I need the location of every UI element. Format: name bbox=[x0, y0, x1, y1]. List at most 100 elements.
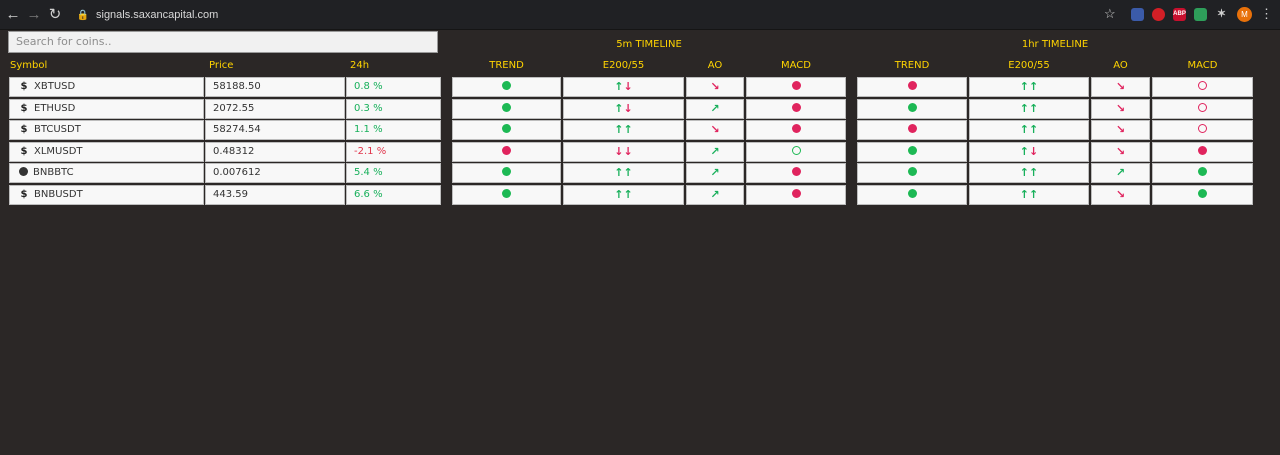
col-1h-trend-header: TREND bbox=[894, 60, 930, 71]
h1-trend-cell bbox=[857, 184, 967, 205]
col-5m-trend-header: TREND bbox=[489, 60, 524, 71]
row-change-cell: 1.1 % bbox=[346, 120, 441, 140]
h1-ema-cell: ↑↓ bbox=[969, 141, 1089, 162]
dollar-icon: $ bbox=[20, 124, 28, 135]
macd-ring-red-icon bbox=[1198, 124, 1207, 133]
m5-trend-cell bbox=[452, 141, 561, 162]
macd-green-icon bbox=[1198, 188, 1207, 198]
arrow-down-right-icon: ↘ bbox=[710, 80, 720, 93]
row-symbol-cell[interactable]: $ XBTUSD bbox=[9, 77, 204, 97]
h1-macd-cell bbox=[1152, 163, 1253, 183]
arrow-up-icon: ↑ bbox=[1029, 166, 1039, 179]
extensions-puzzle-icon[interactable]: ✶ bbox=[1215, 8, 1228, 21]
symbol-text: BNBBTC bbox=[33, 167, 74, 178]
trend-up-icon bbox=[907, 188, 917, 198]
address-bar[interactable]: 🔒 signals.saxancapital.com bbox=[70, 3, 1130, 27]
arrow-down-icon: ↓ bbox=[1029, 144, 1039, 158]
m5-ema-cell: ↑↓ bbox=[563, 77, 684, 97]
arrow-up-icon: ↑ bbox=[623, 166, 633, 179]
col-1h-ao-header: AO bbox=[1113, 60, 1128, 71]
extension-abp-icon[interactable]: ABP bbox=[1173, 8, 1186, 21]
macd-ring-green-icon bbox=[791, 145, 801, 155]
m5-trend-cell bbox=[452, 184, 561, 205]
change-text: 0.3 % bbox=[354, 102, 383, 114]
h1-ema-cell: ↑↑ bbox=[969, 77, 1089, 97]
row-symbol-cell[interactable]: $ XLMUSDT bbox=[9, 141, 204, 162]
trend-up-icon bbox=[502, 102, 511, 112]
col-1h-ema-header: E200/55 bbox=[1008, 60, 1050, 71]
extension-flag-icon[interactable] bbox=[1131, 8, 1144, 21]
arrow-up-icon: ↑ bbox=[614, 123, 624, 136]
m5-ao-cell: ↗ bbox=[686, 163, 744, 183]
col-24h-header[interactable]: 24h bbox=[350, 60, 369, 71]
row-price-cell: 58274.54 bbox=[205, 120, 345, 140]
m5-macd-cell bbox=[746, 163, 846, 183]
h1-trend-cell bbox=[857, 98, 967, 119]
row-price-cell: 0.48312 bbox=[205, 141, 345, 162]
h1-ema-cell: ↑↑ bbox=[969, 98, 1089, 119]
lock-icon: 🔒 bbox=[76, 10, 90, 21]
row-price-cell: 58188.50 bbox=[205, 77, 345, 97]
m5-ema-cell: ↑↑ bbox=[563, 120, 684, 140]
row-symbol-cell[interactable]: BNBBTC bbox=[9, 163, 204, 183]
h1-ao-cell: ↘ bbox=[1091, 141, 1150, 162]
row-symbol-cell[interactable]: $ ETHUSD bbox=[9, 98, 204, 119]
col-5m-macd-header: MACD bbox=[781, 60, 811, 71]
h1-trend-cell bbox=[857, 163, 967, 183]
extension-hand-icon[interactable] bbox=[1152, 8, 1165, 21]
m5-ema-cell: ↑↑ bbox=[563, 184, 684, 205]
trend-up-icon bbox=[502, 81, 511, 90]
m5-macd-cell bbox=[746, 120, 846, 140]
arrow-up-icon: ↑ bbox=[614, 187, 624, 201]
m5-ao-cell: ↗ bbox=[686, 98, 744, 119]
symbol-text: BNBUSDT bbox=[34, 188, 83, 200]
col-5m-ema-header: E200/55 bbox=[602, 60, 645, 71]
h1-trend-cell bbox=[857, 77, 967, 97]
h1-macd-cell bbox=[1152, 98, 1253, 119]
symbol-text: XLMUSDT bbox=[34, 145, 83, 157]
arrow-down-right-icon: ↘ bbox=[1115, 144, 1126, 158]
trend-down-icon bbox=[502, 145, 511, 155]
col-5m-ao-header: AO bbox=[707, 60, 723, 71]
timeline-1hr-header: 1hr TIMELINE bbox=[1021, 39, 1089, 50]
col-symbol-header[interactable]: Symbol bbox=[10, 60, 47, 71]
arrow-up-right-icon: ↗ bbox=[710, 101, 720, 115]
trend-up-icon bbox=[907, 145, 917, 155]
arrow-up-icon: ↑ bbox=[1029, 101, 1039, 115]
row-change-cell: 0.3 % bbox=[346, 98, 441, 119]
bookmark-star-icon[interactable]: ☆ bbox=[1104, 6, 1116, 22]
menu-kebab-icon[interactable]: ⋮ bbox=[1260, 6, 1273, 22]
price-text: 0.48312 bbox=[213, 145, 255, 157]
price-text: 58274.54 bbox=[213, 124, 261, 135]
arrow-up-icon: ↑ bbox=[1019, 144, 1029, 158]
row-symbol-cell[interactable]: $ BNBUSDT bbox=[9, 184, 204, 205]
arrow-down-right-icon: ↘ bbox=[1115, 123, 1126, 136]
dollar-icon: $ bbox=[20, 188, 28, 200]
extension-chart-icon[interactable] bbox=[1194, 8, 1207, 21]
arrow-up-right-icon: ↗ bbox=[710, 187, 720, 201]
profile-avatar[interactable]: M bbox=[1237, 7, 1252, 22]
search-input[interactable]: Search for coins.. bbox=[8, 31, 438, 53]
macd-red-icon bbox=[791, 167, 801, 176]
forward-icon[interactable]: → bbox=[25, 6, 43, 24]
m5-trend-cell bbox=[452, 98, 561, 119]
h1-macd-cell bbox=[1152, 184, 1253, 205]
reload-icon[interactable]: ↻ bbox=[46, 6, 64, 24]
col-price-header[interactable]: Price bbox=[209, 60, 233, 71]
arrow-down-icon: ↓ bbox=[623, 101, 633, 115]
bnb-icon bbox=[19, 167, 28, 176]
h1-macd-cell bbox=[1152, 141, 1253, 162]
dollar-icon: $ bbox=[20, 145, 28, 157]
row-change-cell: 6.6 % bbox=[346, 184, 441, 205]
arrow-down-icon: ↓ bbox=[623, 80, 633, 93]
change-text: -2.1 % bbox=[354, 145, 387, 157]
trend-down-icon bbox=[907, 81, 917, 90]
trend-up-icon bbox=[907, 167, 917, 176]
arrow-up-icon: ↑ bbox=[623, 123, 633, 136]
row-price-cell: 443.59 bbox=[205, 184, 345, 205]
m5-ema-cell: ↓↓ bbox=[563, 141, 684, 162]
row-symbol-cell[interactable]: $ BTCUSDT bbox=[9, 120, 204, 140]
symbol-text: ETHUSD bbox=[34, 102, 76, 114]
back-icon[interactable]: ← bbox=[4, 6, 22, 24]
arrow-up-icon: ↑ bbox=[623, 187, 633, 201]
